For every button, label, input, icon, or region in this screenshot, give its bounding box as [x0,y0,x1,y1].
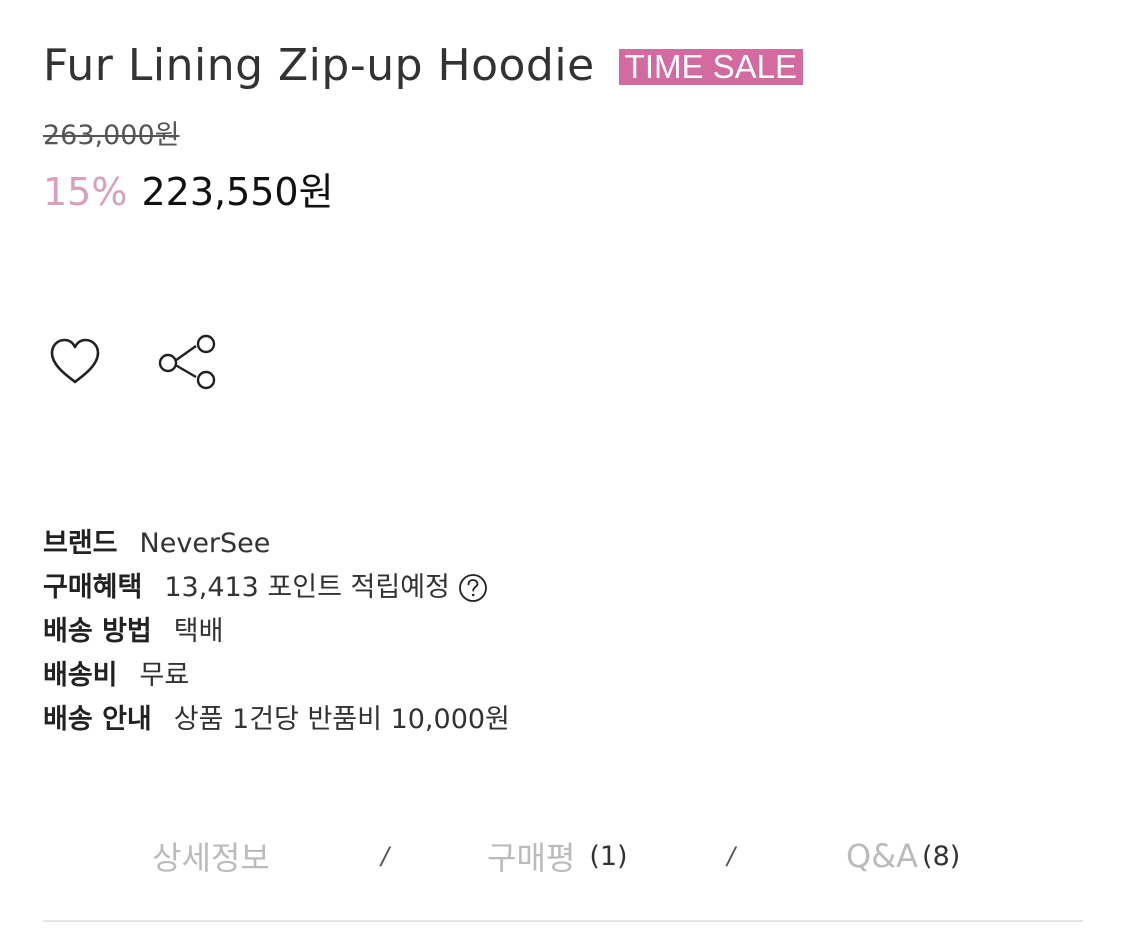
tab-separator: / [381,842,390,870]
share-button[interactable] [156,329,220,393]
sale-price: 223,550원 [141,170,334,214]
info-value: 무료 [139,660,190,691]
info-label: 구매혜택 [43,572,143,603]
tab-label: 상세정보 [152,839,270,877]
info-row-shipping-notice: 배송 안내 상품 1건당 반품비 10,000원 [43,698,510,742]
info-value: 13,413 포인트 적립예정 [164,572,450,603]
wishlist-button[interactable] [43,329,107,393]
tab-count: (8) [922,840,961,872]
info-row-shipping-method: 배송 방법 택배 [43,610,510,654]
tab-separator: / [727,842,736,870]
tab-reviews[interactable]: 구매평 (1) [487,826,628,886]
tabs-divider [43,920,1083,922]
info-row-brand: 브랜드 NeverSee [43,522,510,566]
question-circle-icon[interactable] [458,573,488,603]
info-row-shipping-fee: 배송비 무료 [43,654,510,698]
original-price: 263,000원 [43,120,180,151]
heart-icon [50,338,100,384]
product-info-list: 브랜드 NeverSee 구매혜택 13,413 포인트 적립예정 배송 방법 … [43,522,510,742]
tab-label: Q&A [846,837,919,875]
tab-count: (1) [589,840,628,872]
info-label: 배송 방법 [43,616,152,647]
info-label: 브랜드 [43,528,118,559]
product-title: Fur Lining Zip-up Hoodie [43,40,595,91]
info-label: 배송비 [43,660,118,691]
info-value: 택배 [173,616,224,647]
tab-qna[interactable]: Q&A (8) [846,826,960,886]
price-row: 15% 223,550원 [43,166,334,218]
detail-tabs: 상세정보 / 구매평 (1) / Q&A (8) [43,826,1083,886]
time-sale-badge: TIME SALE [618,49,804,85]
info-value: NeverSee [139,528,271,559]
discount-rate: 15% [43,170,128,214]
info-row-benefit: 구매혜택 13,413 포인트 적립예정 [43,566,510,610]
info-label: 배송 안내 [43,704,152,735]
info-value: 상품 1건당 반품비 10,000원 [173,704,510,735]
share-icon [158,334,216,390]
tab-label: 구매평 [487,839,576,877]
product-title-row: Fur Lining Zip-up Hoodie TIME SALE [43,38,804,94]
tab-detail-info[interactable]: 상세정보 [152,826,270,886]
